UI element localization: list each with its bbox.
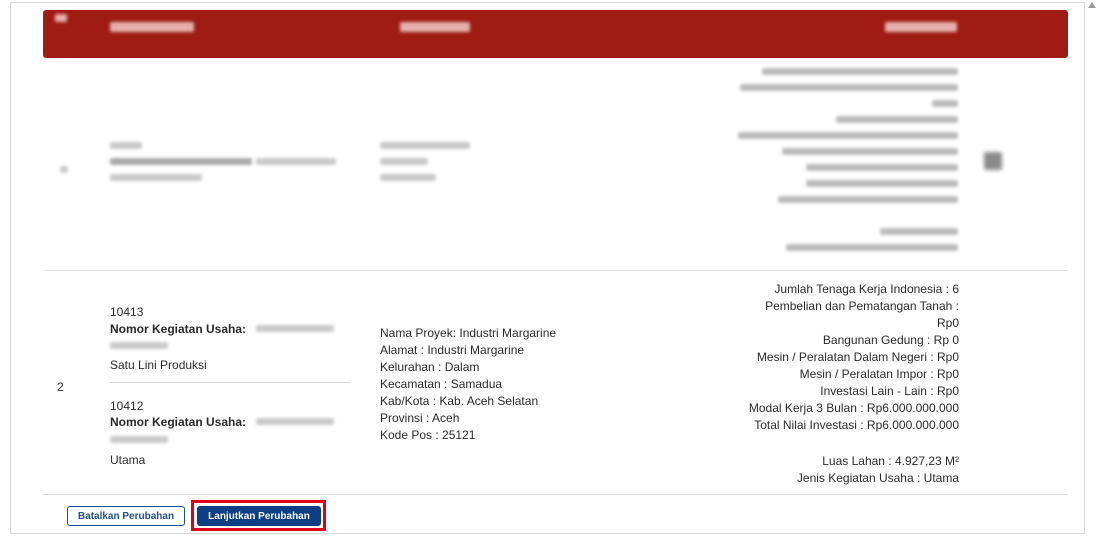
row2-detail-line: Luas Lahan : 4.927,23 M² [822,454,959,468]
header-detail-usaha-blurred [885,22,957,32]
row1-detail-blurred [806,164,958,171]
row1-number-blurred [60,166,68,173]
row1-nomor-value-blurred [256,158,336,165]
highlight-box [191,500,326,531]
row2-desc-2: Utama [110,453,146,467]
row2-detail-line: Mesin / Peralatan Dalam Negeri : Rp0 [756,350,959,364]
scroll-up-arrow-icon[interactable] [1088,2,1096,8]
row2-bidang-divider [110,382,351,383]
row1-detail-blurred [740,84,958,91]
row2-detail-line: Jenis Kegiatan Usaha : Utama [796,471,959,485]
row2-detail-line: Jumlah Tenaga Kerja Indonesia : 6 [774,282,959,296]
row1-nomor-label-blurred [110,158,252,165]
row2-lokasi-line: Kecamatan : Samadua [380,377,503,391]
row1-detail-blurred [836,116,958,123]
header-lokasi-usaha-blurred [400,22,470,32]
row1-detail-blurred [932,100,958,107]
row1-detail-blurred [762,68,958,75]
row2-number: 2 [57,380,64,394]
row1-detail-blurred [806,180,958,187]
row1-kbli-blurred [110,142,142,149]
row2-nomor-value-2b-blurred [110,436,168,443]
row2-detail-line: Pembelian dan Pematangan Tanah : [765,299,959,313]
row2-nomor-label-2: Nomor Kegiatan Usaha: [110,415,247,429]
edit-icon[interactable] [984,152,1002,170]
row2-nomor-value-2-blurred [256,418,334,425]
row2-lokasi-line: Kode Pos : 25121 [380,428,476,442]
row2-detail-line: Modal Kerja 3 Bulan : Rp6.000.000.000 [748,401,959,415]
row1-lokasi-blurred [380,174,436,181]
footer-divider [43,494,1068,495]
row2-detail-line: Rp0 [936,316,959,330]
row1-lokasi-blurred [380,158,428,165]
row2-kbli-code-1: 10413 [110,305,144,319]
scrollbar[interactable] [1085,0,1096,536]
row1-lokasi-blurred [380,142,470,149]
row1-detail-blurred [778,196,958,203]
row2-nomor-label-1: Nomor Kegiatan Usaha: [110,322,247,336]
row2-lokasi-line: Provinsi : Aceh [380,411,460,425]
header-bidang-usaha-blurred [110,22,194,32]
row2-detail-line: Investasi Lain - Lain : Rp0 [820,384,959,398]
table-header [43,10,1068,58]
row2-detail-line: Total Nilai Investasi : Rp6.000.000.000 [754,418,959,432]
row2-nomor-value-1-blurred [256,325,334,332]
row2-detail-line: Mesin / Peralatan Impor : Rp0 [799,367,959,381]
row1-detail-blurred [786,244,958,251]
row1-detail-blurred [738,132,958,139]
cancel-changes-button[interactable]: Batalkan Perubahan [67,506,185,526]
row2-desc-1: Satu Lini Produksi [110,358,207,372]
row1-detail-blurred [782,148,958,155]
row2-nomor-value-1b-blurred [110,342,168,349]
row2-kbli-code-2: 10412 [110,399,144,413]
row2-lokasi-line: Kelurahan : Dalam [380,360,480,374]
row-separator [43,270,1068,271]
row2-lokasi-line: Kab/Kota : Kab. Aceh Selatan [380,394,539,408]
row2-lokasi-line: Nama Proyek: Industri Margarine [380,326,557,340]
row2-detail-line: Bangunan Gedung : Rp 0 [822,333,959,347]
row1-nomor-value2-blurred [110,174,202,181]
header-no-blurred [55,14,67,22]
row2-lokasi-line: Alamat : Industri Margarine [380,343,525,357]
row1-detail-blurred [880,228,958,235]
